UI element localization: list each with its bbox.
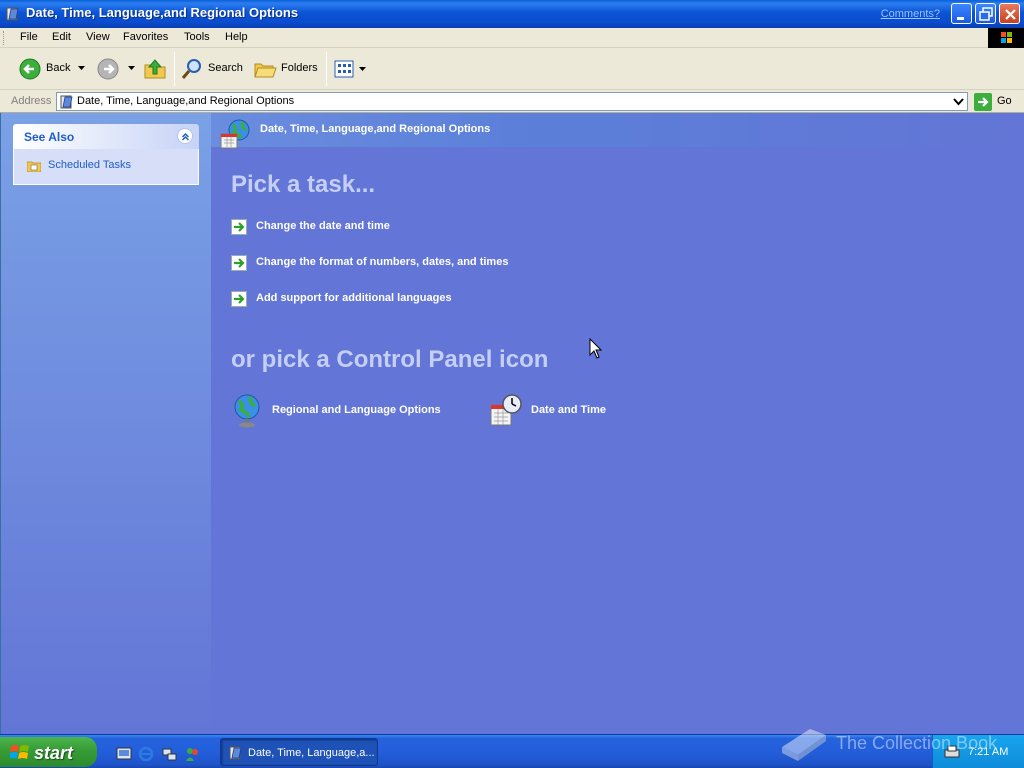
category-title: Date, Time, Language,and Regional Option… <box>260 123 491 135</box>
network-icon[interactable] <box>161 746 177 762</box>
back-button[interactable]: Back <box>18 56 90 82</box>
globe-icon <box>234 394 260 428</box>
folders-icon <box>254 63 277 78</box>
go-button[interactable]: Go <box>997 95 1012 107</box>
icon-label: Date and Time <box>531 404 606 416</box>
address-dropdown-button[interactable] <box>950 93 967 110</box>
address-input[interactable]: Date, Time, Language,and Regional Option… <box>56 92 968 111</box>
pick-icon-heading: or pick a Control Panel icon <box>231 346 549 373</box>
address-label: Address <box>11 95 52 107</box>
pick-task-heading: Pick a task... <box>231 171 376 198</box>
regional-language-options-item[interactable]: Regional and Language Options <box>231 393 461 429</box>
back-label: Back <box>46 62 71 74</box>
views-icon <box>334 60 354 78</box>
folders-button[interactable]: Folders <box>253 56 321 82</box>
forward-button[interactable] <box>96 56 138 82</box>
chevron-down-icon[interactable] <box>78 65 86 71</box>
toolbar: Back Search Folders <box>0 48 1024 90</box>
calendar-clock-icon <box>490 394 522 426</box>
search-icon <box>181 59 201 79</box>
control-panel-icon <box>60 95 73 109</box>
windows-flag-icon <box>10 745 29 759</box>
menu-file[interactable]: File <box>20 31 38 43</box>
taskbar-window-button[interactable]: Date, Time, Language,a... <box>220 738 378 766</box>
green-arrow-icon <box>231 291 247 307</box>
globe-calendar-icon <box>220 119 250 149</box>
taskbar-window-label: Date, Time, Language,a... <box>248 747 375 759</box>
address-bar: Address Date, Time, Language,and Regiona… <box>0 90 1024 113</box>
scheduled-tasks-link[interactable]: Scheduled Tasks <box>48 159 131 171</box>
start-label: start <box>34 743 74 763</box>
collapse-button[interactable] <box>177 128 193 144</box>
icon-label: Regional and Language Options <box>272 404 441 416</box>
search-button[interactable]: Search <box>181 56 245 82</box>
menu-bar: File Edit View Favorites Tools Help <box>0 28 1024 48</box>
scheduled-tasks-folder-icon <box>27 161 41 172</box>
green-arrow-icon <box>231 219 247 235</box>
menu-grip[interactable] <box>3 31 6 45</box>
see-also-body: Scheduled Tasks <box>13 149 199 185</box>
windows-flag-icon <box>1001 32 1012 43</box>
up-folder-icon[interactable] <box>143 57 167 81</box>
date-and-time-item[interactable]: Date and Time <box>489 393 629 429</box>
task-label: Add support for additional languages <box>256 292 452 304</box>
show-desktop-icon[interactable] <box>116 746 132 762</box>
comments-link[interactable]: Comments? <box>881 8 940 20</box>
task-label: Change the date and time <box>256 220 390 232</box>
chevron-down-icon[interactable] <box>128 65 136 71</box>
windows-logo <box>988 28 1024 48</box>
internet-explorer-icon[interactable] <box>138 746 154 762</box>
close-icon <box>1005 9 1016 20</box>
see-also-title: See Also <box>24 130 75 144</box>
folders-label: Folders <box>281 62 318 74</box>
close-button[interactable] <box>999 3 1020 24</box>
menu-favorites[interactable]: Favorites <box>123 31 168 43</box>
chevron-down-icon <box>953 98 964 106</box>
address-value: Date, Time, Language,and Regional Option… <box>77 95 295 107</box>
main-pane: Date, Time, Language,and Regional Option… <box>211 113 1024 734</box>
start-button[interactable]: start <box>0 737 97 767</box>
menu-tools[interactable]: Tools <box>184 31 210 43</box>
green-arrow-icon <box>231 255 247 271</box>
see-also-panel: See Also Scheduled Tasks <box>13 124 199 186</box>
restore-button[interactable] <box>975 3 996 24</box>
menu-help[interactable]: Help <box>225 31 248 43</box>
title-bar[interactable]: Date, Time, Language,and Regional Option… <box>0 0 1024 28</box>
control-panel-icon <box>229 746 242 760</box>
messenger-icon[interactable] <box>184 746 200 762</box>
restore-icon <box>979 7 993 21</box>
go-arrow-icon[interactable] <box>974 93 992 111</box>
left-pane: See Also Scheduled Tasks <box>1 113 211 734</box>
watermark-text: The Collection Book <box>836 733 998 753</box>
minimize-icon <box>957 17 964 20</box>
book-icon <box>782 729 826 761</box>
chevron-up-double-icon <box>181 132 190 141</box>
views-button[interactable] <box>333 58 369 80</box>
forward-arrow-icon <box>97 58 119 80</box>
control-panel-icon <box>6 7 19 21</box>
mouse-cursor-icon <box>589 338 603 359</box>
watermark: The Collection Book <box>776 721 1016 765</box>
minimize-button[interactable] <box>951 3 972 24</box>
back-arrow-icon <box>19 58 41 80</box>
menu-edit[interactable]: Edit <box>52 31 71 43</box>
chevron-down-icon <box>359 67 366 71</box>
task-label: Change the format of numbers, dates, and… <box>256 256 509 268</box>
search-label: Search <box>208 62 243 74</box>
window-title: Date, Time, Language,and Regional Option… <box>26 5 299 20</box>
see-also-header[interactable]: See Also <box>13 124 199 149</box>
menu-view[interactable]: View <box>86 31 110 43</box>
category-header: Date, Time, Language,and Regional Option… <box>211 113 1024 149</box>
